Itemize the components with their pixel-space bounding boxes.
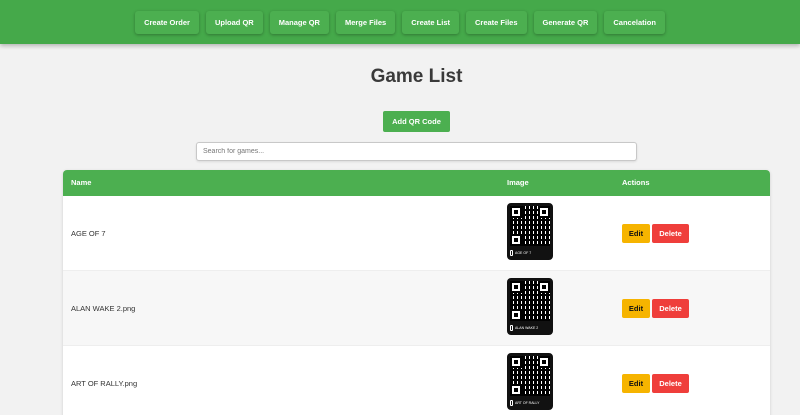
edit-button[interactable]: Edit — [622, 299, 650, 318]
delete-button[interactable]: Delete — [652, 299, 689, 318]
qr-code-image: ART OF RALLY — [507, 353, 553, 410]
nav-merge-files-button[interactable]: Merge Files — [335, 10, 396, 34]
delete-button[interactable]: Delete — [652, 374, 689, 393]
qr-label-text: AGE OF 7 — [515, 251, 532, 255]
nav-create-list-button[interactable]: Create List — [402, 10, 459, 34]
add-qr-code-button[interactable]: Add QR Code — [383, 111, 450, 132]
phone-icon — [510, 325, 513, 331]
page-title: Game List — [370, 66, 463, 87]
column-header-actions: Actions — [622, 178, 650, 187]
nav-create-order-button[interactable]: Create Order — [135, 10, 199, 34]
edit-button[interactable]: Edit — [622, 374, 650, 393]
column-header-image: Image — [507, 178, 529, 187]
qr-label-text: ALAN WAKE 2 — [515, 326, 539, 330]
table-row: AGE OF 7 AGE OF 7 Edit Delete — [63, 196, 770, 271]
table-row: ALAN WAKE 2.png ALAN WAKE 2 Edit Delete — [63, 271, 770, 346]
phone-icon — [510, 250, 513, 256]
game-name: ART OF RALLY.png — [71, 379, 138, 388]
edit-button[interactable]: Edit — [622, 224, 650, 243]
table-row: ART OF RALLY.png ART OF RALLY Edit Delet… — [63, 346, 770, 415]
nav-generate-qr-button[interactable]: Generate QR — [533, 10, 598, 34]
nav-cancelation-button[interactable]: Cancelation — [604, 10, 665, 34]
delete-button[interactable]: Delete — [652, 224, 689, 243]
nav-upload-qr-button[interactable]: Upload QR — [205, 10, 263, 34]
table-header: Name Image Actions — [63, 170, 770, 196]
qr-code-image: ALAN WAKE 2 — [507, 278, 553, 335]
phone-icon — [510, 400, 513, 406]
game-table: Name Image Actions AGE OF 7 AGE OF 7 Edi… — [63, 170, 770, 415]
game-name: ALAN WAKE 2.png — [71, 304, 136, 313]
nav-create-files-button[interactable]: Create Files — [466, 10, 527, 34]
column-header-name: Name — [71, 178, 92, 187]
game-name: AGE OF 7 — [71, 229, 106, 238]
qr-code-image: AGE OF 7 — [507, 203, 553, 260]
top-nav-bar: Create Order Upload QR Manage QR Merge F… — [0, 0, 800, 44]
nav-manage-qr-button[interactable]: Manage QR — [269, 10, 329, 34]
search-input[interactable] — [196, 142, 637, 161]
qr-label-text: ART OF RALLY — [515, 401, 540, 405]
